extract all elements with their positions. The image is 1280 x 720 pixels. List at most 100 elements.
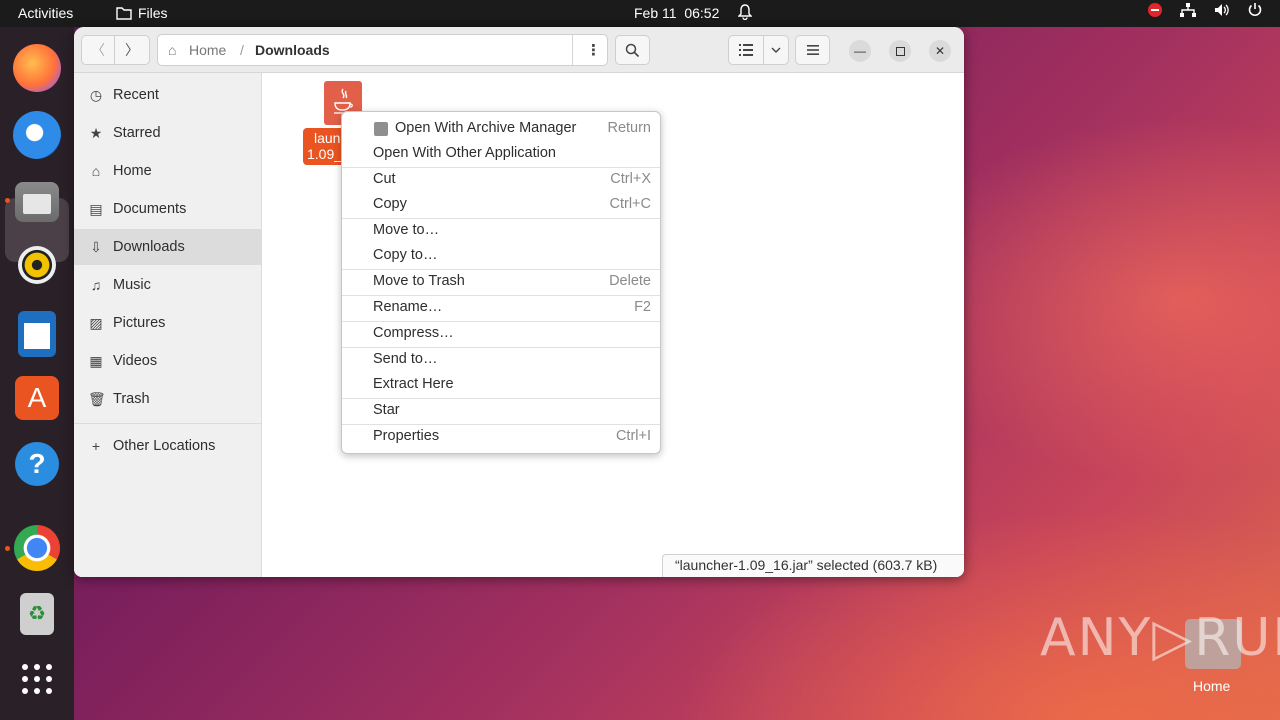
stop-icon[interactable] (1148, 3, 1162, 17)
sidebar-item-recent[interactable]: ◷ Recent (74, 77, 262, 113)
menu-item-properties[interactable]: Properties Ctrl+I (342, 424, 660, 449)
breadcrumb-home[interactable]: Home (189, 42, 226, 58)
view-options-button[interactable] (764, 35, 789, 65)
menu-item-accel: Delete (609, 273, 651, 289)
bell-icon[interactable] (737, 4, 753, 23)
forward-button[interactable]: 〉 (115, 35, 150, 65)
menu-item-move-to-trash[interactable]: Move to Trash Delete (342, 269, 660, 294)
sidebar-divider (74, 423, 262, 424)
sidebar-item-label: Documents (113, 201, 187, 217)
menu-item-copy-to[interactable]: Copy to… (342, 243, 660, 268)
minimize-button[interactable]: — (849, 40, 871, 62)
back-button[interactable]: 〈 (81, 35, 115, 65)
menu-item-send-to[interactable]: Send to… (342, 347, 660, 372)
search-button[interactable] (615, 35, 650, 65)
sidebar: ◷ Recent ★ Starred ⌂ Home ▤ Documents ⇩ Downl… (74, 73, 262, 577)
menu-item-move-to[interactable]: Move to… (342, 218, 660, 243)
main-menu-button[interactable] (795, 35, 830, 65)
home-crumb-icon: ⌂ (168, 42, 177, 58)
sidebar-item-videos[interactable]: ▦ Videos (74, 343, 262, 379)
menu-item-open-other-application[interactable]: Open With Other Application (342, 141, 660, 166)
show-apps-icon[interactable] (17, 659, 57, 699)
path-menu-icon[interactable]: ⋮ (586, 41, 601, 59)
sidebar-item-documents[interactable]: ▤ Documents (74, 191, 262, 227)
dock-running-indicator (5, 546, 10, 551)
sidebar-item-label: Videos (113, 353, 158, 369)
context-menu: Open With Archive Manager Return Open Wi… (341, 111, 661, 454)
chevron-right-icon: 〉 (125, 42, 139, 58)
trash-icon: 🗑 (88, 390, 106, 407)
trash-dock-icon[interactable]: ♻ (20, 593, 54, 635)
sidebar-item-other-locations[interactable]: + Other Locations (74, 428, 262, 464)
system-tray[interactable] (1148, 3, 1262, 17)
path-bar-divider (572, 35, 573, 65)
sidebar-item-label: Trash (113, 391, 150, 407)
sidebar-item-music[interactable]: ♫ Music (74, 267, 262, 303)
menu-item-label: Copy (373, 196, 407, 212)
menu-item-open-archive-manager[interactable]: Open With Archive Manager Return (342, 116, 660, 141)
help-icon[interactable]: ? (15, 442, 59, 486)
list-view-icon (739, 44, 753, 56)
menu-item-label: Open With Archive Manager (395, 120, 577, 136)
menu-item-label: Rename… (373, 299, 443, 315)
menu-item-star[interactable]: Star (342, 398, 660, 423)
sidebar-item-label: Pictures (113, 315, 166, 331)
rhythmbox-icon[interactable] (18, 246, 56, 284)
desktop-home-label[interactable]: Home (1193, 678, 1230, 694)
menu-item-label: Star (373, 402, 400, 418)
menu-item-accel: Ctrl+X (610, 171, 651, 187)
menu-item-copy[interactable]: Copy Ctrl+C (342, 192, 660, 217)
power-icon[interactable] (1248, 3, 1262, 17)
menu-item-cut[interactable]: Cut Ctrl+X (342, 167, 660, 192)
sidebar-item-label: Other Locations (113, 438, 216, 454)
clock-date: Feb 11 (634, 5, 677, 21)
folder-icon (116, 7, 132, 20)
menu-item-rename[interactable]: Rename… F2 (342, 295, 660, 320)
maximize-button[interactable] (889, 40, 911, 62)
thunderbird-icon[interactable] (13, 111, 61, 159)
chevron-down-icon (771, 47, 781, 53)
star-icon: ★ (89, 124, 103, 141)
sidebar-item-downloads[interactable]: ⇩ Downloads (74, 229, 262, 265)
menu-item-accel: Ctrl+C (609, 196, 652, 212)
chrome-icon[interactable] (14, 525, 60, 571)
menu-item-label: Move to Trash (373, 273, 465, 289)
video-icon: ▦ (89, 352, 103, 369)
sidebar-item-label: Downloads (113, 239, 185, 255)
close-icon: ✕ (934, 44, 946, 58)
header-bar: 〈 〉 ⌂ Home / Downloads ⋮ — ✕ (74, 27, 964, 73)
activities-button[interactable]: Activities (18, 5, 73, 21)
writer-icon-page (24, 323, 50, 349)
files-icon[interactable] (15, 182, 59, 222)
menu-item-label: Compress… (373, 325, 454, 341)
sidebar-item-pictures[interactable]: ▨ Pictures (74, 305, 262, 341)
menu-item-label: Cut (373, 171, 396, 187)
sidebar-item-home[interactable]: ⌂ Home (74, 153, 262, 189)
top-bar: Activities Files Feb 11 06:52 (0, 0, 1280, 27)
close-button[interactable]: ✕ (929, 40, 951, 62)
breadcrumb-downloads[interactable]: Downloads (255, 42, 330, 58)
list-view-button[interactable] (728, 35, 764, 65)
firefox-icon[interactable] (13, 44, 61, 92)
sidebar-item-label: Music (113, 277, 151, 293)
menu-item-accel: Ctrl+I (615, 428, 651, 444)
menu-item-extract-here[interactable]: Extract Here (342, 372, 660, 397)
path-bar: ⌂ Home / Downloads ⋮ (157, 34, 608, 66)
breadcrumb-separator: / (240, 42, 244, 58)
app-center-icon[interactable]: A (15, 376, 59, 420)
menu-item-compress[interactable]: Compress… (342, 321, 660, 346)
watermark: ANY▷RUN (1040, 608, 1280, 668)
menu-item-label: Send to… (373, 351, 438, 367)
app-name: Files (138, 5, 168, 21)
sidebar-item-trash[interactable]: 🗑 Trash (74, 381, 262, 417)
status-bar: “launcher-1.09_16.jar” selected (603.7 k… (662, 554, 964, 577)
menu-item-accel: Return (607, 120, 651, 136)
clock[interactable]: Feb 11 06:52 (634, 5, 719, 21)
sidebar-item-starred[interactable]: ★ Starred (74, 115, 262, 151)
network-icon[interactable] (1180, 3, 1196, 17)
music-icon: ♫ (90, 277, 102, 293)
writer-icon[interactable] (18, 311, 56, 357)
app-menu[interactable]: Files (116, 5, 168, 21)
chevron-left-icon: 〈 (91, 42, 105, 58)
volume-icon[interactable] (1214, 3, 1230, 17)
